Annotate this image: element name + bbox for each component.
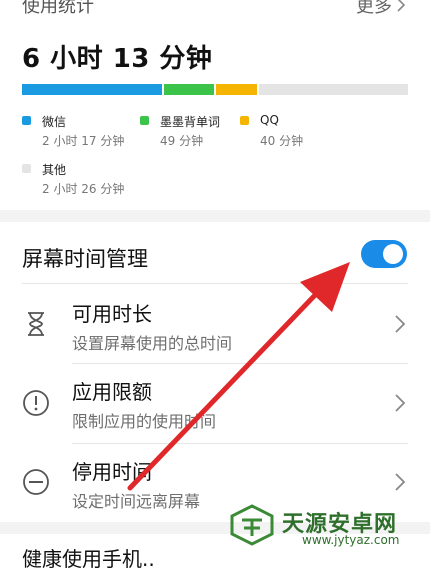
legend-color-swatch: [140, 116, 149, 125]
row-title: 停用时间: [72, 460, 152, 484]
more-label: 更多: [356, 0, 392, 17]
toggle-knob: [383, 244, 403, 264]
legend-color-swatch: [240, 116, 249, 125]
legend-usage-value: 2 小时 17 分钟: [42, 134, 125, 148]
hourglass-icon: [28, 312, 44, 336]
watermark-logo: [230, 504, 274, 546]
legend-usage-value: 49 分钟: [160, 134, 204, 148]
usage-bar-segment: [22, 84, 162, 95]
usage-stacked-bar: [22, 84, 408, 95]
usage-header: 使用统计 更多: [0, 0, 430, 18]
watermark-url: www.jytyaz.com: [302, 533, 400, 547]
watermark: 天源安卓网 www.jytyaz.com: [224, 500, 424, 550]
usage-stats-title: 使用统计: [22, 0, 94, 17]
next-section-title: 健康使用手机..: [22, 547, 155, 571]
usage-bar-segment: [216, 84, 257, 95]
legend-usage-value: 2 小时 26 分钟: [42, 182, 125, 196]
row-app-limits[interactable]: 应用限额 限制应用的使用时间: [0, 364, 430, 444]
row-title: 应用限额: [72, 380, 152, 404]
legend-color-swatch: [22, 164, 31, 173]
screen-time-toggle[interactable]: [361, 240, 407, 268]
row-title: 可用时长: [72, 302, 152, 326]
total-usage-time: 6 小时 13 分钟: [22, 44, 213, 74]
section-divider: [0, 210, 430, 222]
minus-circle-icon: [23, 469, 49, 495]
legend-color-swatch: [22, 116, 31, 125]
legend-app-name: 微信: [42, 115, 67, 129]
chevron-right-icon: [395, 394, 406, 412]
row-subtitle: 设置屏幕使用的总时间: [72, 334, 233, 353]
chevron-right-icon: [395, 315, 406, 333]
row-subtitle: 限制应用的使用时间: [72, 412, 217, 431]
screen-time-title: 屏幕时间管理: [22, 247, 148, 271]
row-subtitle: 设定时间远离屏幕: [72, 492, 201, 511]
legend-app-name: 其他: [42, 163, 67, 177]
more-link[interactable]: 更多: [356, 0, 406, 18]
legend-usage-value: 40 分钟: [260, 134, 304, 148]
usage-bar-segment: [163, 84, 214, 95]
row-available-duration[interactable]: 可用时长 设置屏幕使用的总时间: [0, 284, 430, 364]
chevron-right-icon: [397, 0, 406, 12]
chevron-right-icon: [395, 473, 406, 491]
usage-bar-segment: [258, 84, 408, 95]
legend-app-name: 墨墨背单词: [160, 115, 221, 129]
legend-app-name: QQ: [260, 113, 279, 127]
exclamation-circle-icon: [23, 390, 49, 416]
legend-item: 其他 2 小时 26 分钟: [22, 161, 162, 201]
legend-item: QQ 40 分钟: [240, 113, 380, 153]
